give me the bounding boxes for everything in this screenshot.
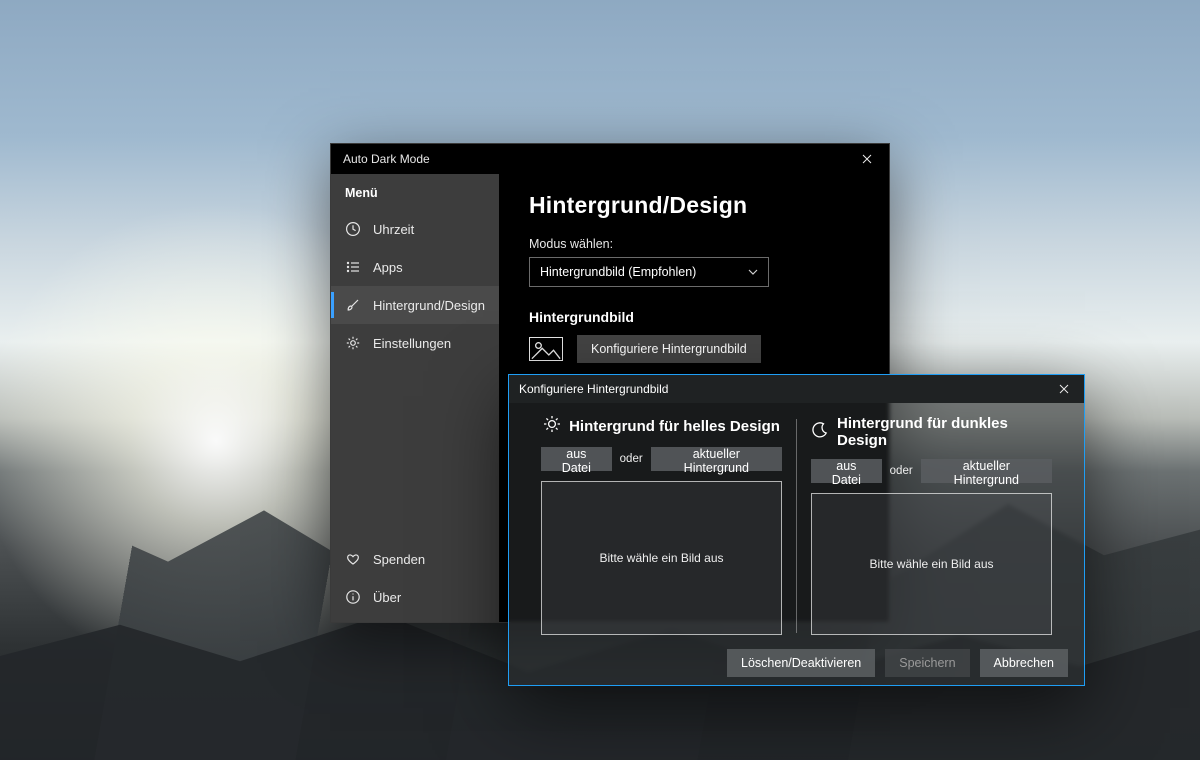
dark-or-text: oder: [890, 465, 913, 477]
dark-dropzone[interactable]: Bitte wähle ein Bild aus: [811, 493, 1052, 635]
sidebar-item-about[interactable]: Über: [331, 578, 499, 616]
light-or-text: oder: [620, 453, 643, 465]
heart-icon: [345, 551, 361, 567]
light-dropzone-placeholder: Bitte wähle ein Bild aus: [599, 551, 723, 565]
configure-background-button[interactable]: Konfiguriere Hintergrundbild: [577, 335, 761, 363]
brush-icon: [345, 297, 361, 313]
sidebar-item-label: Über: [373, 590, 401, 605]
section-heading-background: Hintergrundbild: [529, 309, 865, 325]
mode-select-value: Hintergrundbild (Empfohlen): [540, 265, 696, 279]
clock-icon: [345, 221, 361, 237]
sidebar-bottom: Spenden Über: [331, 540, 499, 616]
picture-icon: [529, 337, 563, 361]
dark-from-file-button[interactable]: aus Datei: [811, 459, 882, 483]
chevron-down-icon: [748, 266, 758, 278]
close-icon[interactable]: [1044, 375, 1084, 403]
light-from-file-button[interactable]: aus Datei: [541, 447, 612, 471]
configure-background-dialog: Konfiguriere Hintergrundbild Hintergrund…: [508, 374, 1085, 686]
list-icon: [345, 259, 361, 275]
cancel-button[interactable]: Abbrechen: [980, 649, 1068, 677]
dialog-title: Konfiguriere Hintergrundbild: [519, 382, 668, 396]
main-titlebar[interactable]: Auto Dark Mode: [331, 144, 889, 174]
light-background-column: Hintergrund für helles Design aus Datei …: [527, 415, 796, 641]
sidebar-item-donate[interactable]: Spenden: [331, 540, 499, 578]
sidebar-item-time[interactable]: Uhrzeit: [331, 210, 499, 248]
sidebar-heading: Menü: [331, 182, 499, 210]
sidebar: Menü Uhrzeit App: [331, 174, 499, 622]
moon-icon: [811, 421, 829, 443]
sidebar-item-label: Hintergrund/Design: [373, 298, 485, 313]
light-current-background-button[interactable]: aktueller Hintergrund: [651, 447, 782, 471]
dialog-actions: Löschen/Deaktivieren Speichern Abbrechen: [509, 641, 1084, 685]
sidebar-item-label: Einstellungen: [373, 336, 451, 351]
sidebar-item-apps[interactable]: Apps: [331, 248, 499, 286]
light-dropzone[interactable]: Bitte wähle ein Bild aus: [541, 481, 782, 635]
close-icon[interactable]: [845, 144, 889, 174]
dialog-body: Hintergrund für helles Design aus Datei …: [509, 403, 1084, 641]
dark-background-column: Hintergrund für dunkles Design aus Datei…: [797, 415, 1066, 641]
light-heading: Hintergrund für helles Design: [569, 418, 780, 435]
dark-dropzone-placeholder: Bitte wähle ein Bild aus: [869, 557, 993, 571]
dark-current-background-button[interactable]: aktueller Hintergrund: [921, 459, 1052, 483]
sidebar-item-label: Apps: [373, 260, 403, 275]
save-button: Speichern: [885, 649, 969, 677]
dark-heading: Hintergrund für dunkles Design: [837, 415, 1052, 449]
mode-select[interactable]: Hintergrundbild (Empfohlen): [529, 257, 769, 287]
mode-label: Modus wählen:: [529, 237, 865, 251]
sun-icon: [543, 415, 561, 437]
sidebar-item-label: Spenden: [373, 552, 425, 567]
dialog-titlebar[interactable]: Konfiguriere Hintergrundbild: [509, 375, 1084, 403]
info-icon: [345, 589, 361, 605]
sidebar-nav: Uhrzeit Apps: [331, 210, 499, 540]
sidebar-item-settings[interactable]: Einstellungen: [331, 324, 499, 362]
sidebar-item-background[interactable]: Hintergrund/Design: [331, 286, 499, 324]
gear-icon: [345, 335, 361, 351]
sidebar-item-label: Uhrzeit: [373, 222, 414, 237]
page-title: Hintergrund/Design: [529, 192, 865, 219]
main-window-title: Auto Dark Mode: [343, 152, 430, 166]
delete-deactivate-button[interactable]: Löschen/Deaktivieren: [727, 649, 875, 677]
